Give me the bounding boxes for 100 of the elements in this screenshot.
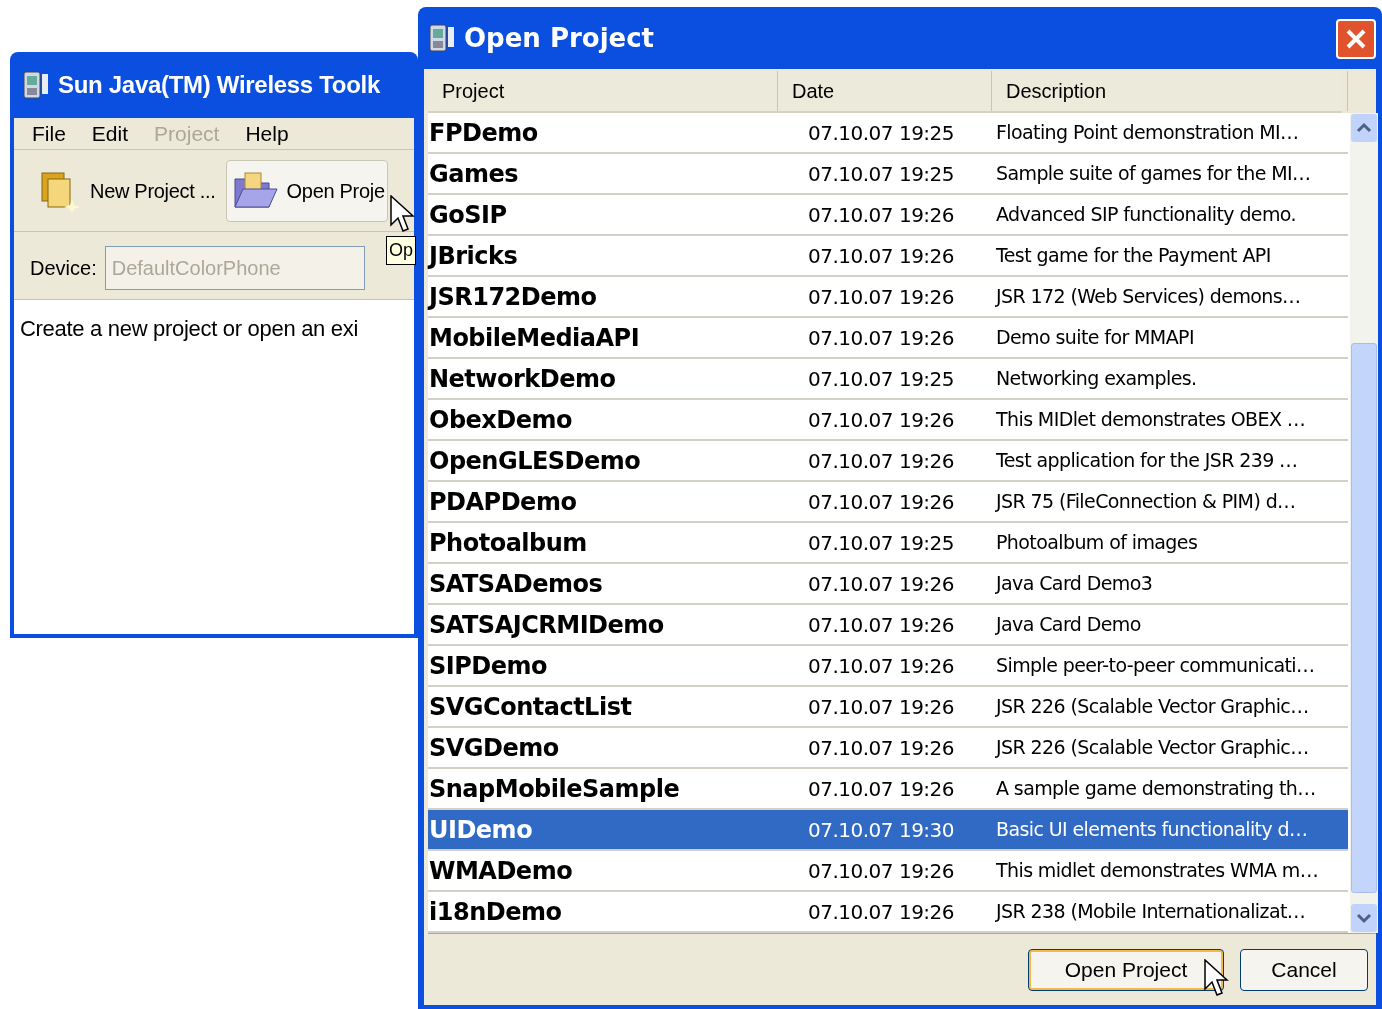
- description-cell-text: JSR 75 (FileConnection & PIM) d…: [994, 489, 1297, 515]
- date-cell-text: 07.10.07 19:26: [807, 570, 956, 598]
- table-row[interactable]: FPDemo 07.10.07 19:25 Floating Point demonstration MI…: [428, 113, 1348, 154]
- date-cell-text: 07.10.07 19:26: [807, 283, 956, 311]
- cursor-icon: [390, 195, 416, 235]
- table-row[interactable]: PDAPDemo 07.10.07 19:26 JSR 75 (FileConnection & PIM) d…: [428, 482, 1348, 523]
- description-cell-text: Test game for the Payment API: [995, 243, 1272, 269]
- table-row[interactable]: i18nDemo 07.10.07 19:26 JSR 238 (Mobile Internationalizat…: [428, 892, 1348, 933]
- date-cell-text: 07.10.07 19:26: [807, 242, 956, 270]
- description-cell-text: JSR 226 (Scalable Vector Graphic…: [994, 694, 1310, 720]
- date-cell-text: 07.10.07 19:25: [807, 529, 956, 557]
- project-name: i18nDemo: [428, 896, 563, 928]
- date-cell-text: 07.10.07 19:26: [807, 201, 956, 229]
- project-name: SnapMobileSample: [428, 773, 681, 805]
- dialog-button[interactable]: Cancel: [1240, 948, 1368, 991]
- description-cell-text: Advanced SIP functionality demo.: [995, 202, 1297, 228]
- description-cell-text: This midlet demonstrates WMA m…: [995, 858, 1320, 884]
- project-name: Games: [428, 158, 519, 190]
- project-name: MobileMediaAPI: [428, 322, 641, 354]
- table-row[interactable]: SVGDemo 07.10.07 19:26 JSR 226 (Scalable Vector Graphic…: [428, 728, 1348, 769]
- close-icon: [1345, 28, 1367, 50]
- table-row[interactable]: JBricks 07.10.07 19:26 Test game for the Payment API: [428, 236, 1348, 277]
- project-name: UIDemo: [428, 814, 534, 846]
- column-header[interactable]: Date: [778, 71, 992, 111]
- project-name: SATSADemos: [428, 568, 604, 600]
- description-cell-text: Java Card Demo3: [994, 571, 1154, 597]
- project-name: NetworkDemo: [428, 363, 617, 395]
- project-name: SVGDemo: [428, 732, 560, 764]
- table-row[interactable]: WMADemo 07.10.07 19:26 This midlet demonstrates WMA m…: [428, 851, 1348, 892]
- project-name: PDAPDemo: [428, 486, 578, 518]
- field-label: Device:: [30, 255, 97, 281]
- date-cell-text: 07.10.07 19:26: [807, 857, 956, 885]
- description-cell-text: Floating Point demonstration MI…: [995, 120, 1300, 146]
- dialog-button[interactable]: Open Project: [1028, 948, 1224, 991]
- date-cell-text: 07.10.07 19:26: [807, 775, 956, 803]
- table-row[interactable]: JSR172Demo 07.10.07 19:26 JSR 172 (Web Services) demons…: [428, 277, 1348, 318]
- description-cell-text: JSR 238 (Mobile Internationalizat…: [994, 899, 1307, 925]
- project-name: OpenGLESDemo: [428, 445, 642, 477]
- toolbar-button[interactable]: Open Proje: [225, 159, 388, 222]
- description-cell-text: Sample suite of games for the MI…: [995, 161, 1312, 187]
- description-cell-text: Test application for the JSR 239 …: [995, 448, 1299, 474]
- description-cell-text: Networking examples.: [995, 366, 1198, 392]
- scroll-up-icon[interactable]: [1350, 113, 1378, 143]
- dialog-title: Open Project: [464, 21, 655, 55]
- table-row[interactable]: MobileMediaAPI 07.10.07 19:26 Demo suite for MMAPI: [428, 318, 1348, 359]
- menu-item[interactable]: File: [32, 117, 66, 150]
- table-row[interactable]: SIPDemo 07.10.07 19:26 Simple peer-to-peer communicati…: [428, 646, 1348, 687]
- description-cell-text: Photoalbum of images: [995, 530, 1199, 556]
- close-button[interactable]: [1336, 19, 1376, 59]
- project-name: GoSIP: [428, 199, 508, 231]
- table-row[interactable]: GoSIP 07.10.07 19:26 Advanced SIP functionality demo.: [428, 195, 1348, 236]
- project-name: Photoalbum: [428, 527, 588, 559]
- description-cell-text: Basic UI elements functionality d…: [995, 817, 1309, 843]
- date-cell-text: 07.10.07 19:25: [807, 365, 956, 393]
- cursor-icon: [1204, 959, 1230, 999]
- project-name: ObexDemo: [428, 404, 574, 436]
- table-row[interactable]: UIDemo 07.10.07 19:30 Basic UI elements functionality d…: [428, 810, 1348, 851]
- project-name: SATSAJCRMIDemo: [428, 609, 665, 641]
- app-icon: [22, 70, 50, 100]
- column-header[interactable]: Project: [428, 71, 778, 111]
- date-cell-text: 07.10.07 19:26: [807, 406, 956, 434]
- description-cell-text: This MIDlet demonstrates OBEX …: [995, 407, 1307, 433]
- table-row[interactable]: NetworkDemo 07.10.07 19:25 Networking examples.: [428, 359, 1348, 400]
- table-row[interactable]: SATSADemos 07.10.07 19:26 Java Card Demo3: [428, 564, 1348, 605]
- table-row[interactable]: ObexDemo 07.10.07 19:26 This MIDlet demonstrates OBEX …: [428, 400, 1348, 441]
- date-cell-text: 07.10.07 19:26: [807, 652, 956, 680]
- table-row[interactable]: OpenGLESDemo 07.10.07 19:26 Test application for the JSR 239 …: [428, 441, 1348, 482]
- description-cell-text: JSR 172 (Web Services) demons…: [994, 284, 1302, 310]
- scroll-down-icon[interactable]: [1350, 903, 1378, 933]
- date-cell-text: 07.10.07 19:25: [807, 119, 956, 147]
- description-cell-text: Simple peer-to-peer communicati…: [995, 653, 1316, 679]
- table-row[interactable]: SATSAJCRMIDemo 07.10.07 19:26 Java Card Demo: [428, 605, 1348, 646]
- date-cell-text: 07.10.07 19:26: [807, 898, 956, 926]
- date-cell-text: 07.10.07 19:26: [807, 693, 956, 721]
- table-row[interactable]: Photoalbum 07.10.07 19:25 Photoalbum of images: [428, 523, 1348, 564]
- date-cell-text: 07.10.07 19:26: [807, 734, 956, 762]
- toolbar-button[interactable]: New Project ...: [34, 159, 218, 222]
- project-name: JBricks: [428, 240, 519, 272]
- status-message: Create a new project or open an exi: [20, 316, 359, 341]
- description-cell-text: Demo suite for MMAPI: [995, 325, 1195, 351]
- date-cell-text: 07.10.07 19:30: [807, 816, 956, 844]
- date-cell-text: 07.10.07 19:25: [807, 160, 956, 188]
- description-cell-text: Java Card Demo: [994, 612, 1142, 638]
- project-name: JSR172Demo: [428, 281, 598, 313]
- app-icon: [428, 23, 456, 53]
- window-title: Sun Java(TM) Wireless Toolk: [58, 70, 380, 100]
- project-name: SVGContactList: [428, 691, 633, 723]
- project-name: SIPDemo: [428, 650, 548, 682]
- project-name: FPDemo: [428, 117, 539, 149]
- description-cell-text: JSR 226 (Scalable Vector Graphic…: [994, 735, 1310, 761]
- menu-item[interactable]: Help: [245, 117, 289, 150]
- date-cell-text: 07.10.07 19:26: [807, 611, 956, 639]
- column-header[interactable]: Description: [992, 71, 1348, 111]
- menu-item[interactable]: Edit: [91, 117, 129, 150]
- table-row[interactable]: Games 07.10.07 19:25 Sample suite of games for the MI…: [428, 154, 1348, 195]
- tooltip: Op: [386, 236, 416, 265]
- description-cell-text: A sample game demonstrating th…: [995, 776, 1317, 802]
- table-row[interactable]: SVGContactList 07.10.07 19:26 JSR 226 (Scalable Vector Graphic…: [428, 687, 1348, 728]
- date-cell-text: 07.10.07 19:26: [807, 324, 956, 352]
- date-cell-text: 07.10.07 19:26: [807, 488, 956, 516]
